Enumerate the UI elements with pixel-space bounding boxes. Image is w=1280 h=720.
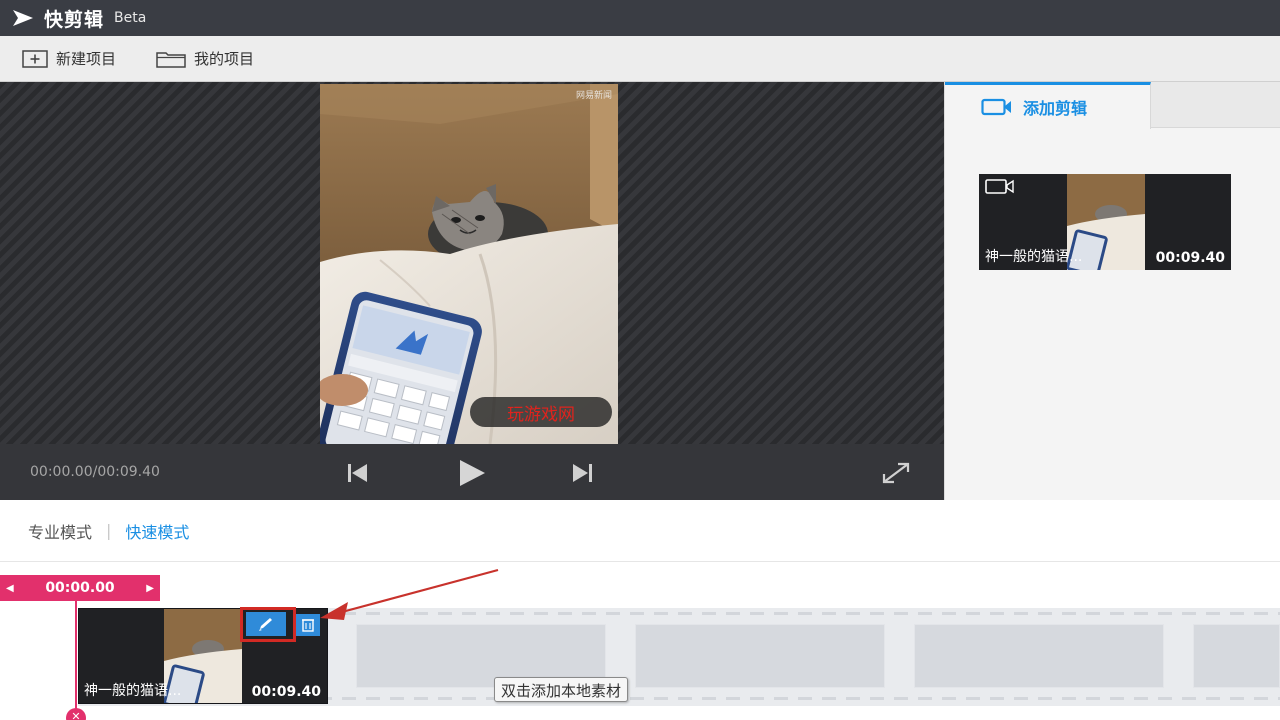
player-controls: 00:00.00/00:09.40 — [0, 444, 944, 500]
title-bar: 快剪辑 Beta — [0, 0, 1280, 36]
timeline: 神一般的猫语... 00:09.40 ◀ 00:00.00 ▶ ✕ 双击添加本地… — [0, 562, 1280, 720]
playhead-line — [75, 586, 77, 720]
new-project-button[interactable]: 新建项目 — [22, 48, 116, 69]
trash-icon — [302, 619, 314, 632]
delete-clip-button[interactable] — [296, 614, 320, 636]
my-projects-button[interactable]: 我的项目 — [156, 48, 254, 69]
next-button[interactable] — [570, 462, 594, 484]
media-clip-card[interactable]: 神一般的猫语... 00:09.40 — [979, 174, 1231, 270]
folder-icon — [156, 51, 186, 68]
clip-camera-icon — [985, 179, 1014, 194]
my-projects-label: 我的项目 — [194, 50, 255, 68]
playhead-handle[interactable]: ◀ 00:00.00 ▶ — [0, 575, 160, 601]
playhead-knob-icon[interactable]: ✕ — [66, 708, 86, 720]
timeline-clip-duration: 00:09.40 — [251, 684, 321, 700]
video-frame[interactable]: 网易新闻 玩游戏网 — [320, 84, 618, 444]
video-content-image — [320, 84, 618, 444]
video-watermark-pill: 玩游戏网 — [470, 397, 612, 427]
timecode: 00:00.00/00:09.40 — [30, 464, 160, 480]
app-name: 快剪辑 — [44, 8, 105, 31]
preview-stage: 网易新闻 玩游戏网 — [0, 82, 944, 444]
mode-switcher: 专业模式 | 快速模式 — [0, 500, 1280, 562]
previous-button[interactable] — [346, 462, 370, 484]
new-project-label: 新建项目 — [56, 50, 117, 68]
play-button[interactable] — [457, 458, 487, 488]
video-watermark-top: 网易新闻 — [575, 91, 612, 101]
playhead-left-arrow-icon[interactable]: ◀ — [6, 583, 14, 594]
beta-label: Beta — [114, 10, 147, 26]
video-player: 网易新闻 玩游戏网 00:00.00/00:09.40 — [0, 82, 944, 500]
app-window: 快剪辑 Beta 新建项目 我的项目 网易新闻 玩游戏网 00:00.00/00… — [0, 0, 1280, 720]
mode-separator: | — [106, 521, 112, 540]
mode-quick[interactable]: 快速模式 — [125, 519, 189, 543]
toolbar: 新建项目 我的项目 — [0, 36, 1280, 82]
app-logo-icon — [13, 10, 33, 26]
empty-slot[interactable] — [635, 624, 885, 688]
fullscreen-icon[interactable] — [880, 460, 912, 486]
empty-slot[interactable] — [1193, 624, 1280, 688]
mode-pro[interactable]: 专业模式 — [28, 519, 92, 543]
new-project-icon — [22, 49, 48, 68]
media-clip-duration: 00:09.40 — [1155, 250, 1225, 266]
tooltip-add-local-media: 双击添加本地素材 — [494, 677, 629, 702]
video-camera-icon — [981, 98, 1011, 116]
empty-slot[interactable] — [914, 624, 1164, 688]
playhead-time: 00:00.00 — [45, 580, 115, 596]
tab-add-clip[interactable]: 添加剪辑 — [945, 82, 1151, 129]
playhead-right-arrow-icon[interactable]: ▶ — [146, 583, 154, 594]
timeline-clip-name: 神一般的猫语... — [84, 683, 182, 699]
media-panel: 添加剪辑 神一般的猫语... 00:09.40 — [944, 82, 1280, 500]
annotation-highlight-box — [240, 607, 296, 642]
media-clip-name: 神一般的猫语... — [985, 249, 1083, 265]
tab-add-clip-label: 添加剪辑 — [1023, 99, 1088, 118]
